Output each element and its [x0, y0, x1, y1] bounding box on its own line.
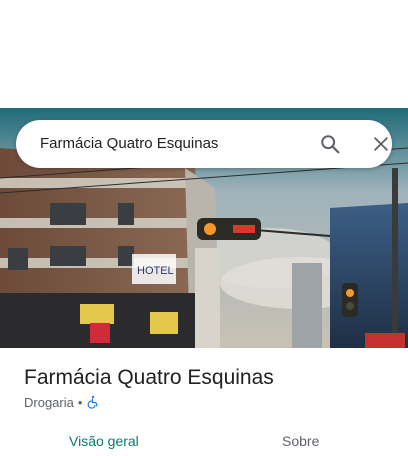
search-bar[interactable]: Farmácia Quatro Esquinas [16, 120, 392, 168]
tab-overview[interactable]: Visão geral [69, 432, 139, 450]
search-input[interactable]: Farmácia Quatro Esquinas [40, 120, 218, 168]
place-tabs: Visão geral Sobre [0, 424, 408, 456]
meta-separator: • [77, 394, 83, 410]
place-category: Drogaria [24, 394, 74, 410]
hotel-sign-text: HOTEL [137, 265, 174, 277]
search-icon[interactable] [319, 133, 341, 155]
place-title: Farmácia Quatro Esquinas [24, 366, 274, 389]
close-icon[interactable] [371, 134, 391, 154]
place-meta: Drogaria • [24, 394, 100, 410]
wheelchair-icon [88, 395, 99, 409]
tab-about[interactable]: Sobre [282, 432, 319, 450]
top-blank-area [0, 0, 408, 108]
